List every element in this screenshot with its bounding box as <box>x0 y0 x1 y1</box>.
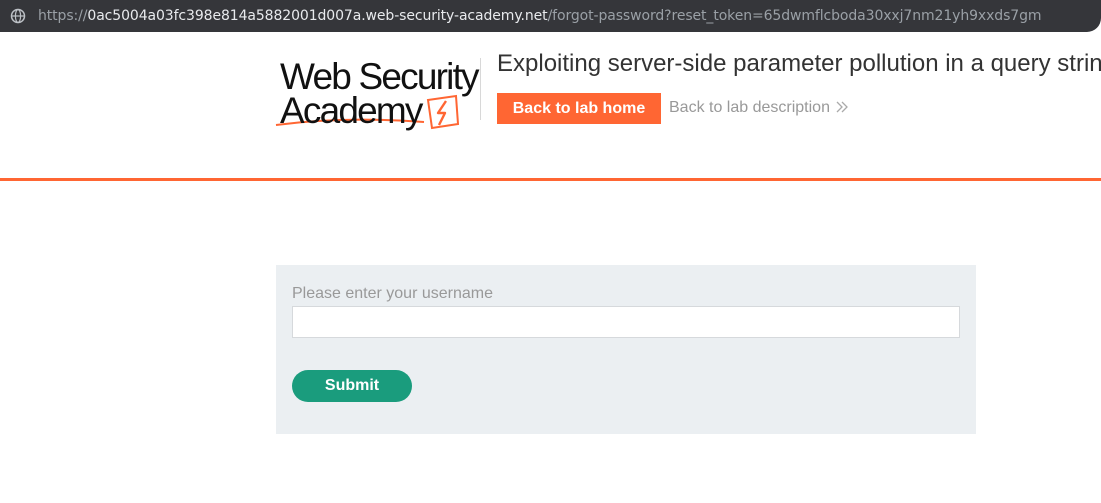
username-input[interactable] <box>292 306 960 338</box>
globe-icon <box>10 8 26 24</box>
browser-address-bar[interactable]: https://0ac5004a03fc398e814a5882001d007a… <box>0 0 1101 32</box>
back-to-lab-home-button[interactable]: Back to lab home <box>497 93 661 124</box>
logo-line-2: Academy <box>280 90 423 131</box>
lab-title: Exploiting server-side parameter polluti… <box>497 50 1101 77</box>
url-text[interactable]: https://0ac5004a03fc398e814a5882001d007a… <box>38 8 1041 24</box>
submit-button[interactable]: Submit <box>292 370 412 402</box>
double-chevron-right-icon <box>836 100 848 117</box>
username-label: Please enter your username <box>292 285 493 302</box>
back-to-lab-description-link[interactable]: Back to lab description <box>669 99 848 117</box>
web-security-academy-logo[interactable]: Web Security Academy <box>274 56 480 132</box>
url-host: 0ac5004a03fc398e814a5882001d007a.web-sec… <box>87 8 548 24</box>
header-orange-rule <box>0 178 1101 181</box>
lab-header: Web Security Academy Exploiting server-s… <box>0 32 1101 180</box>
url-path: /forgot-password?reset_token=65dwmflcbod… <box>547 8 1042 24</box>
back-to-lab-description-label: Back to lab description <box>669 99 830 116</box>
forgot-password-form: Please enter your username Submit <box>276 265 976 434</box>
url-scheme: https:// <box>38 8 88 24</box>
header-divider <box>480 58 481 120</box>
